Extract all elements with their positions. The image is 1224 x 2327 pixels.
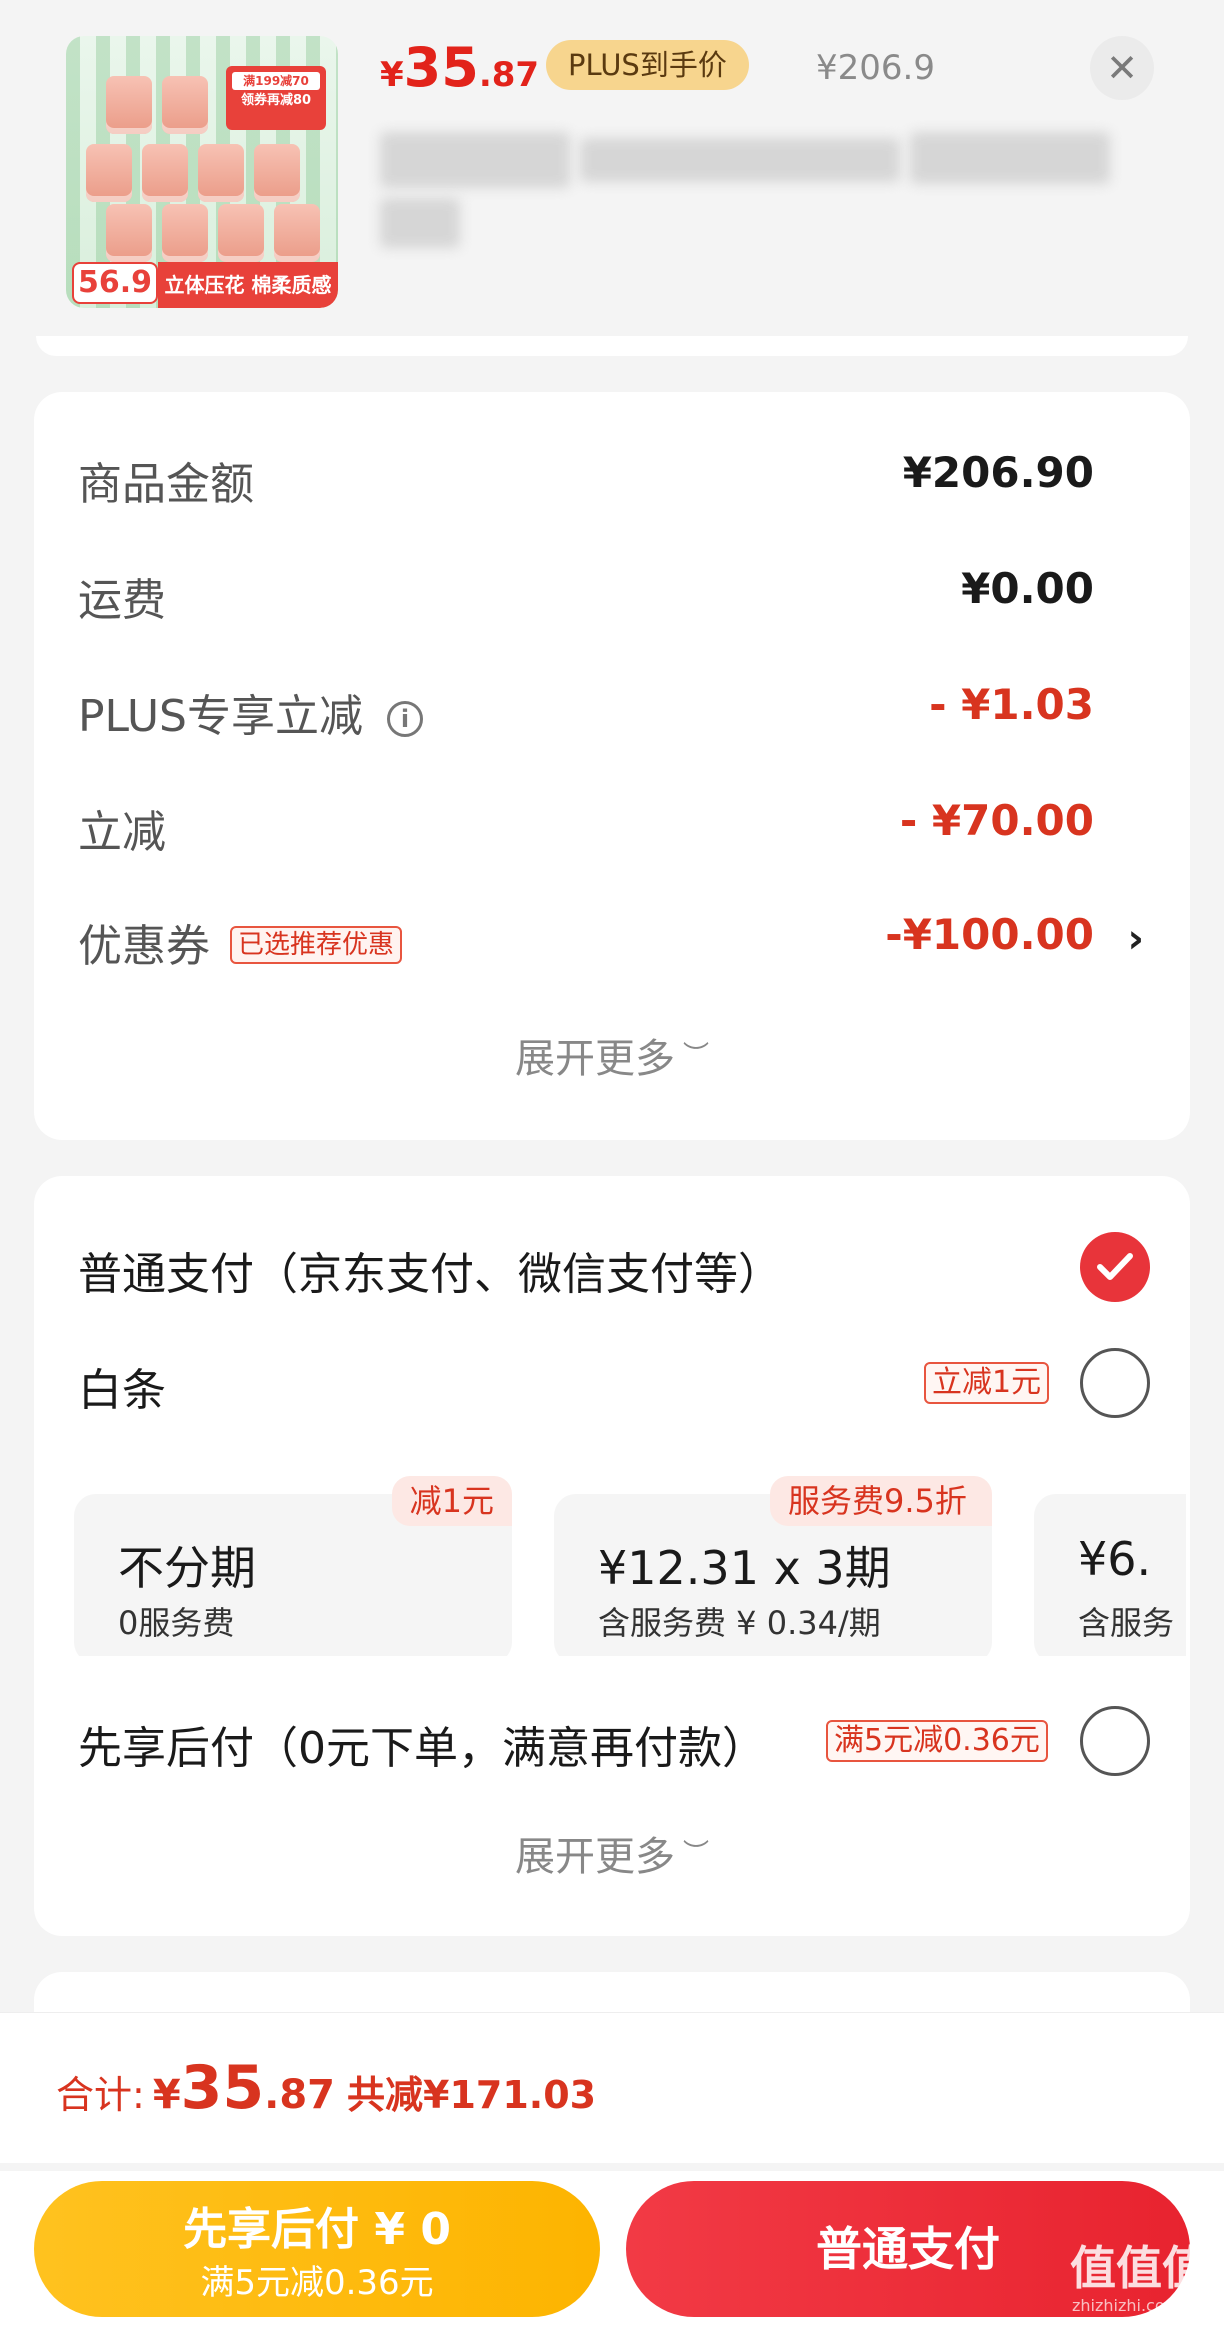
product-roll-image (218, 204, 264, 262)
blurred-text (380, 132, 570, 188)
product-roll-image (106, 76, 152, 134)
plan-badge: 服务费9.5折 (770, 1476, 992, 1526)
close-icon: ✕ (1106, 46, 1138, 90)
divider (0, 2163, 1224, 2171)
chevron-down-icon: ︶ (682, 1839, 709, 1869)
info-icon[interactable]: i (387, 701, 423, 737)
price-decimal: .87 (478, 55, 540, 95)
total-label: 合计: (56, 2073, 145, 2117)
amount-row-coupon[interactable]: 优惠券 已选推荐优惠 -¥100.00 › (78, 902, 1146, 972)
expand-more-label: 展开更多 (514, 1036, 675, 1082)
amount-row-instant-discount: 立减 - ¥70.00 (78, 788, 1146, 858)
installment-plan[interactable]: 减1元 不分期 0服务费 (74, 1476, 512, 1656)
amount-label: 立减 (78, 807, 166, 858)
total-currency: ¥ (152, 2072, 181, 2118)
amount-value: ¥0.00 (961, 564, 1094, 613)
amount-row-subtotal: 商品金额 ¥206.90 (78, 440, 1146, 510)
price-currency: ¥ (380, 55, 404, 95)
product-roll-image (162, 204, 208, 262)
plan-subtitle: 含服务费 ¥ 0.34/期 (598, 1604, 881, 1642)
expand-more-payments[interactable]: 展开更多 ︶ (34, 1824, 1190, 1882)
product-roll-image (86, 144, 132, 202)
product-roll-image (106, 204, 152, 262)
total-saving: 共减¥171.03 (347, 2073, 597, 2117)
final-price: ¥35.87 (380, 36, 539, 99)
header-card-edge (36, 336, 1188, 356)
installment-plans[interactable]: 减1元 不分期 0服务费 服务费9.5折 ¥12.31 x 3期 含服务费 ¥ … (74, 1476, 1186, 1656)
expand-more-label: 展开更多 (514, 1834, 675, 1880)
plus-price-tag: PLUS到手价 (546, 40, 749, 90)
product-roll-image (274, 204, 320, 262)
coupon-recommended-tag: 已选推荐优惠 (230, 926, 403, 964)
amount-label: PLUS专享立减 i (78, 680, 423, 744)
amount-label: 优惠券 已选推荐优惠 (78, 910, 403, 974)
pay-later-button-title: 先享后付 ¥ 0 (183, 2204, 451, 2255)
blurred-text (910, 132, 1110, 184)
close-button[interactable]: ✕ (1090, 36, 1154, 100)
payment-method-card: 普通支付（京东支付、微信支付等） 白条 立减1元 减1元 不分期 0服务费 服务… (34, 1176, 1190, 1936)
pay-normal-radio-checked[interactable] (1080, 1232, 1150, 1302)
thumbnail-promo-badge: 满199减70 领券再减80 (226, 66, 326, 130)
pay-baitiao-radio[interactable] (1080, 1348, 1150, 1418)
amount-value: - ¥1.03 (929, 680, 1094, 729)
pay-option-baitiao[interactable]: 白条 (78, 1354, 166, 1418)
thumbnail-promo-price: 56.9 (72, 262, 158, 304)
watermark-logo: 值值值 (1070, 2241, 1208, 2295)
plan-subtitle: 含服务 (1078, 1604, 1175, 1642)
chevron-down-icon: ︶ (682, 1041, 709, 1071)
plan-title: ¥6. (1078, 1532, 1152, 1586)
pay-paylater-radio[interactable] (1080, 1706, 1150, 1776)
paylater-promo-tag: 满5元减0.36元 (826, 1720, 1048, 1762)
expand-more-amounts[interactable]: 展开更多 ︶ (34, 1026, 1190, 1084)
total-integer: 35 (180, 2053, 265, 2123)
amount-breakdown-card: 商品金额 ¥206.90 运费 ¥0.00 PLUS专享立减 i - ¥1.03 … (34, 392, 1190, 1140)
thumbnail-badge-top: 满199减70 (232, 72, 320, 90)
baitiao-promo-tag: 立减1元 (924, 1362, 1050, 1404)
thumbnail-strip-text: 立体压花 棉柔质感 (158, 262, 338, 308)
chevron-right-icon[interactable]: › (1128, 916, 1144, 962)
pay-later-button-subtitle: 满5元减0.36元 (200, 2263, 434, 2303)
price-integer: 35 (403, 36, 479, 99)
product-roll-image (254, 144, 300, 202)
pay-option-paylater[interactable]: 先享后付（0元下单，满意再付款） (78, 1712, 766, 1776)
check-icon (1097, 1253, 1133, 1280)
product-roll-image (142, 144, 188, 202)
amount-label: 运费 (78, 575, 166, 626)
plan-title: 不分期 (118, 1541, 256, 1595)
product-title-blurred (380, 132, 1150, 262)
product-roll-image (162, 76, 208, 134)
amount-label: 商品金额 (78, 459, 254, 510)
original-price: ¥206.9 (816, 48, 935, 88)
product-roll-image (198, 144, 244, 202)
amount-row-shipping: 运费 ¥0.00 (78, 556, 1146, 626)
amount-value: ¥206.90 (902, 448, 1094, 497)
watermark-url: zhizhizhi.com (1072, 2296, 1181, 2315)
order-total: 合计: ¥35.87 共减¥171.03 (56, 2053, 596, 2123)
blurred-text (380, 198, 460, 248)
pay-later-button[interactable]: 先享后付 ¥ 0 满5元减0.36元 (34, 2181, 600, 2317)
total-decimal: .87 (264, 2072, 336, 2118)
checkout-bar: 合计: ¥35.87 共减¥171.03 先享后付 ¥ 0 满5元减0.36元 普通… (0, 2012, 1224, 2327)
product-header: 满199减70 领券再减80 56.9 立体压花 棉柔质感 ¥35.87 PLU… (0, 0, 1224, 356)
thumbnail-badge-bottom: 领券再减80 (240, 93, 312, 108)
installment-plan[interactable]: ¥6. 含服务 (1034, 1494, 1186, 1656)
blurred-text (580, 138, 900, 182)
product-thumbnail[interactable]: 满199减70 领券再减80 56.9 立体压花 棉柔质感 (66, 36, 338, 308)
amount-row-plus-discount: PLUS专享立减 i - ¥1.03 (78, 672, 1146, 742)
pay-option-normal[interactable]: 普通支付（京东支付、微信支付等） (78, 1238, 782, 1302)
plan-title: ¥12.31 x 3期 (598, 1541, 891, 1595)
installment-plan[interactable]: 服务费9.5折 ¥12.31 x 3期 含服务费 ¥ 0.34/期 (554, 1476, 992, 1656)
amount-value: -¥100.00 (885, 910, 1094, 959)
amount-value: - ¥70.00 (899, 796, 1094, 845)
plan-badge: 减1元 (391, 1476, 512, 1526)
plus-discount-label: PLUS专享立减 (78, 691, 363, 742)
coupon-label: 优惠券 (78, 921, 210, 972)
plan-subtitle: 0服务费 (118, 1604, 235, 1642)
